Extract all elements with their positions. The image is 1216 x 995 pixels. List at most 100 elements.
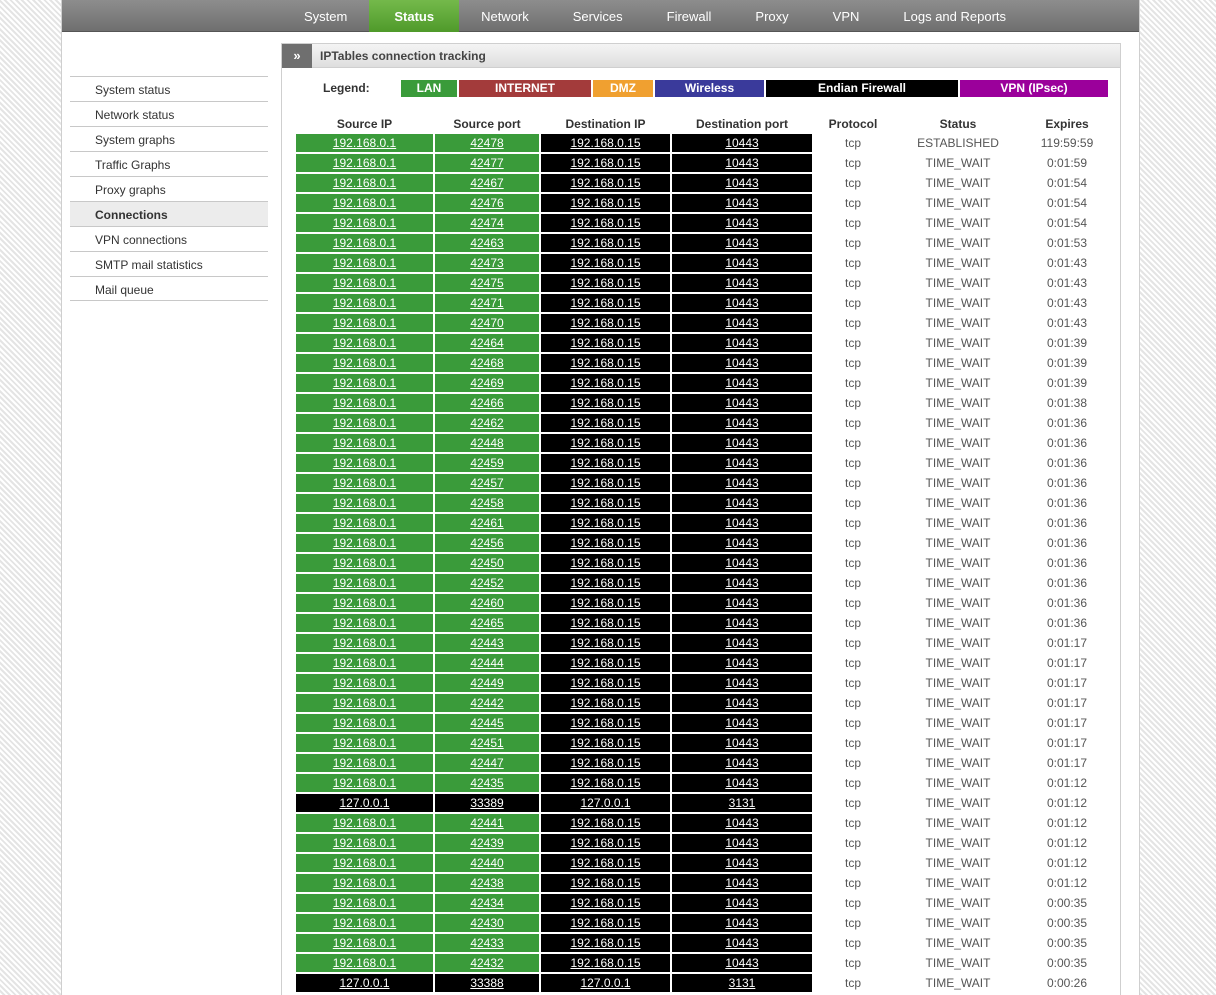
source-ip-link[interactable]: 192.168.0.1 [333,236,396,250]
source-ip-link[interactable]: 192.168.0.1 [333,876,396,890]
sidebar-item-vpn-connections[interactable]: VPN connections [70,226,268,251]
source-port-link[interactable]: 42435 [470,776,503,790]
destination-ip-link[interactable]: 192.168.0.15 [570,436,640,450]
destination-ip-link[interactable]: 192.168.0.15 [570,456,640,470]
source-ip-link[interactable]: 192.168.0.1 [333,696,396,710]
source-ip-link[interactable]: 192.168.0.1 [333,316,396,330]
destination-port-link[interactable]: 10443 [725,236,758,250]
source-port-link[interactable]: 42465 [470,616,503,630]
source-ip-link[interactable]: 192.168.0.1 [333,916,396,930]
sidebar-item-traffic-graphs[interactable]: Traffic Graphs [70,151,268,176]
source-ip-link[interactable]: 192.168.0.1 [333,136,396,150]
destination-ip-link[interactable]: 127.0.0.1 [580,976,630,990]
destination-port-link[interactable]: 10443 [725,776,758,790]
source-ip-link[interactable]: 192.168.0.1 [333,296,396,310]
destination-ip-link[interactable]: 192.168.0.15 [570,716,640,730]
source-port-link[interactable]: 42445 [470,716,503,730]
destination-ip-link[interactable]: 192.168.0.15 [570,236,640,250]
destination-port-link[interactable]: 10443 [725,716,758,730]
source-ip-link[interactable]: 192.168.0.1 [333,216,396,230]
destination-port-link[interactable]: 10443 [725,496,758,510]
destination-port-link[interactable]: 10443 [725,216,758,230]
destination-ip-link[interactable]: 192.168.0.15 [570,356,640,370]
source-port-link[interactable]: 42449 [470,676,503,690]
nav-tab-logs-and-reports[interactable]: Logs and Reports [881,0,1028,32]
destination-ip-link[interactable]: 192.168.0.15 [570,176,640,190]
destination-port-link[interactable]: 10443 [725,456,758,470]
destination-ip-link[interactable]: 127.0.0.1 [580,796,630,810]
destination-port-link[interactable]: 10443 [725,656,758,670]
source-port-link[interactable]: 42452 [470,576,503,590]
source-port-link[interactable]: 42434 [470,896,503,910]
source-ip-link[interactable]: 192.168.0.1 [333,716,396,730]
destination-ip-link[interactable]: 192.168.0.15 [570,136,640,150]
source-ip-link[interactable]: 192.168.0.1 [333,396,396,410]
destination-port-link[interactable]: 10443 [725,336,758,350]
destination-ip-link[interactable]: 192.168.0.15 [570,736,640,750]
source-port-link[interactable]: 42433 [470,936,503,950]
source-port-link[interactable]: 42478 [470,136,503,150]
destination-ip-link[interactable]: 192.168.0.15 [570,656,640,670]
source-port-link[interactable]: 42474 [470,216,503,230]
destination-ip-link[interactable]: 192.168.0.15 [570,636,640,650]
nav-tab-system[interactable]: System [282,0,369,32]
destination-port-link[interactable]: 10443 [725,516,758,530]
source-port-link[interactable]: 42451 [470,736,503,750]
source-ip-link[interactable]: 192.168.0.1 [333,656,396,670]
double-chevron-right-icon[interactable]: » [282,43,312,68]
destination-port-link[interactable]: 10443 [725,756,758,770]
source-ip-link[interactable]: 127.0.0.1 [339,976,389,990]
nav-tab-proxy[interactable]: Proxy [733,0,810,32]
destination-port-link[interactable]: 10443 [725,576,758,590]
destination-port-link[interactable]: 10443 [725,556,758,570]
destination-port-link[interactable]: 10443 [725,916,758,930]
source-ip-link[interactable]: 192.168.0.1 [333,276,396,290]
destination-port-link[interactable]: 10443 [725,296,758,310]
source-ip-link[interactable]: 192.168.0.1 [333,596,396,610]
nav-tab-status[interactable]: Status [369,0,460,32]
source-ip-link[interactable]: 192.168.0.1 [333,176,396,190]
sidebar-item-system-graphs[interactable]: System graphs [70,126,268,151]
source-port-link[interactable]: 42475 [470,276,503,290]
source-port-link[interactable]: 42450 [470,556,503,570]
source-port-link[interactable]: 42457 [470,476,503,490]
destination-port-link[interactable]: 10443 [725,256,758,270]
destination-ip-link[interactable]: 192.168.0.15 [570,376,640,390]
destination-port-link[interactable]: 3131 [729,976,756,990]
destination-port-link[interactable]: 10443 [725,636,758,650]
source-port-link[interactable]: 42477 [470,156,503,170]
sidebar-item-smtp-mail-statistics[interactable]: SMTP mail statistics [70,251,268,276]
destination-ip-link[interactable]: 192.168.0.15 [570,196,640,210]
source-ip-link[interactable]: 192.168.0.1 [333,496,396,510]
destination-ip-link[interactable]: 192.168.0.15 [570,596,640,610]
source-port-link[interactable]: 42448 [470,436,503,450]
destination-ip-link[interactable]: 192.168.0.15 [570,156,640,170]
destination-port-link[interactable]: 10443 [725,376,758,390]
nav-tab-network[interactable]: Network [459,0,551,32]
source-port-link[interactable]: 42440 [470,856,503,870]
destination-ip-link[interactable]: 192.168.0.15 [570,576,640,590]
destination-ip-link[interactable]: 192.168.0.15 [570,296,640,310]
destination-ip-link[interactable]: 192.168.0.15 [570,216,640,230]
source-ip-link[interactable]: 127.0.0.1 [339,796,389,810]
source-port-link[interactable]: 42443 [470,636,503,650]
source-ip-link[interactable]: 192.168.0.1 [333,836,396,850]
destination-ip-link[interactable]: 192.168.0.15 [570,856,640,870]
destination-ip-link[interactable]: 192.168.0.15 [570,776,640,790]
source-ip-link[interactable]: 192.168.0.1 [333,616,396,630]
destination-port-link[interactable]: 10443 [725,356,758,370]
destination-port-link[interactable]: 10443 [725,696,758,710]
source-port-link[interactable]: 42476 [470,196,503,210]
destination-port-link[interactable]: 10443 [725,596,758,610]
destination-port-link[interactable]: 10443 [725,836,758,850]
source-port-link[interactable]: 42471 [470,296,503,310]
destination-ip-link[interactable]: 192.168.0.15 [570,876,640,890]
source-port-link[interactable]: 42441 [470,816,503,830]
source-port-link[interactable]: 33389 [470,796,503,810]
source-port-link[interactable]: 42468 [470,356,503,370]
source-ip-link[interactable]: 192.168.0.1 [333,556,396,570]
destination-ip-link[interactable]: 192.168.0.15 [570,256,640,270]
destination-port-link[interactable]: 10443 [725,196,758,210]
source-ip-link[interactable]: 192.168.0.1 [333,816,396,830]
source-port-link[interactable]: 42459 [470,456,503,470]
